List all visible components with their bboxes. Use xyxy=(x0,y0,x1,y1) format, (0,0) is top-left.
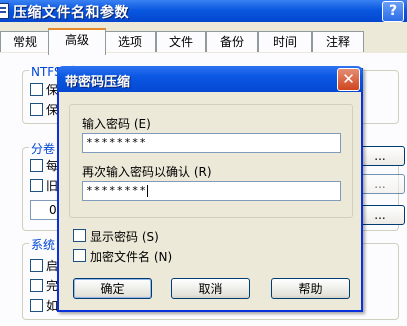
enter-password-label: 输入密码 (E) xyxy=(82,117,151,131)
encrypt-filenames-label: 加密文件名 (N) xyxy=(90,250,173,264)
system-checkbox-3[interactable] xyxy=(30,299,43,312)
confirm-password-input[interactable]: ******** xyxy=(82,181,341,201)
system-checkbox-1[interactable] xyxy=(30,259,43,272)
window-title: 压缩文件名和参数 xyxy=(13,5,129,21)
volume-checkbox-2[interactable] xyxy=(30,179,43,192)
tab-advanced[interactable]: 高级 xyxy=(48,28,106,55)
tab-files[interactable]: 文件 xyxy=(156,31,206,52)
cancel-button[interactable]: 取消 xyxy=(171,278,250,299)
password-value: ******** xyxy=(86,136,147,149)
password-group: 输入密码 (E) ******** 再次输入密码以确认 (R) ******** xyxy=(69,104,353,218)
confirm-password-value: ******** xyxy=(86,184,147,197)
password-dialog: 带密码压缩 ✕ 输入密码 (E) ******** 再次输入密码以确认 (R) … xyxy=(57,66,363,312)
help-button[interactable]: ? xyxy=(382,1,404,22)
show-password-label: 显示密码 (S) xyxy=(90,230,159,244)
dialog-title: 带密码压缩 xyxy=(65,75,131,90)
volume-group-label: 分卷 xyxy=(29,140,58,157)
system-checkbox-2[interactable] xyxy=(30,279,43,292)
password-input[interactable]: ******** xyxy=(82,133,341,153)
tab-comment[interactable]: 注释 xyxy=(312,31,364,52)
volume-checkbox-1[interactable] xyxy=(30,159,43,172)
tab-backup[interactable]: 备份 xyxy=(206,31,258,52)
close-icon[interactable]: ✕ xyxy=(337,68,360,91)
show-password-checkbox[interactable] xyxy=(73,229,86,242)
system-group-label: 系统 xyxy=(29,236,58,253)
window-title-bar: 压缩文件名和参数 ? xyxy=(0,0,407,22)
encrypt-filenames-checkbox[interactable] xyxy=(73,249,86,262)
ntfs-checkbox-1[interactable] xyxy=(30,83,43,96)
text-caret xyxy=(146,185,148,197)
tab-general[interactable]: 常规 xyxy=(0,31,50,52)
tab-options[interactable]: 选项 xyxy=(104,31,156,52)
ntfs-checkbox-2[interactable] xyxy=(30,103,43,116)
volume-number-value: 0 xyxy=(49,203,57,217)
ok-button[interactable]: 确定 xyxy=(73,278,152,299)
archive-icon xyxy=(0,3,9,19)
confirm-password-label: 再次输入密码以确认 (R) xyxy=(82,165,212,179)
tab-strip: 常规 高级 选项 文件 备份 时间 注释 xyxy=(0,28,407,55)
help-dialog-button[interactable]: 帮助 xyxy=(271,278,350,299)
tab-time[interactable]: 时间 xyxy=(258,31,312,52)
dialog-title-bar: 带密码压缩 ✕ xyxy=(57,66,363,92)
